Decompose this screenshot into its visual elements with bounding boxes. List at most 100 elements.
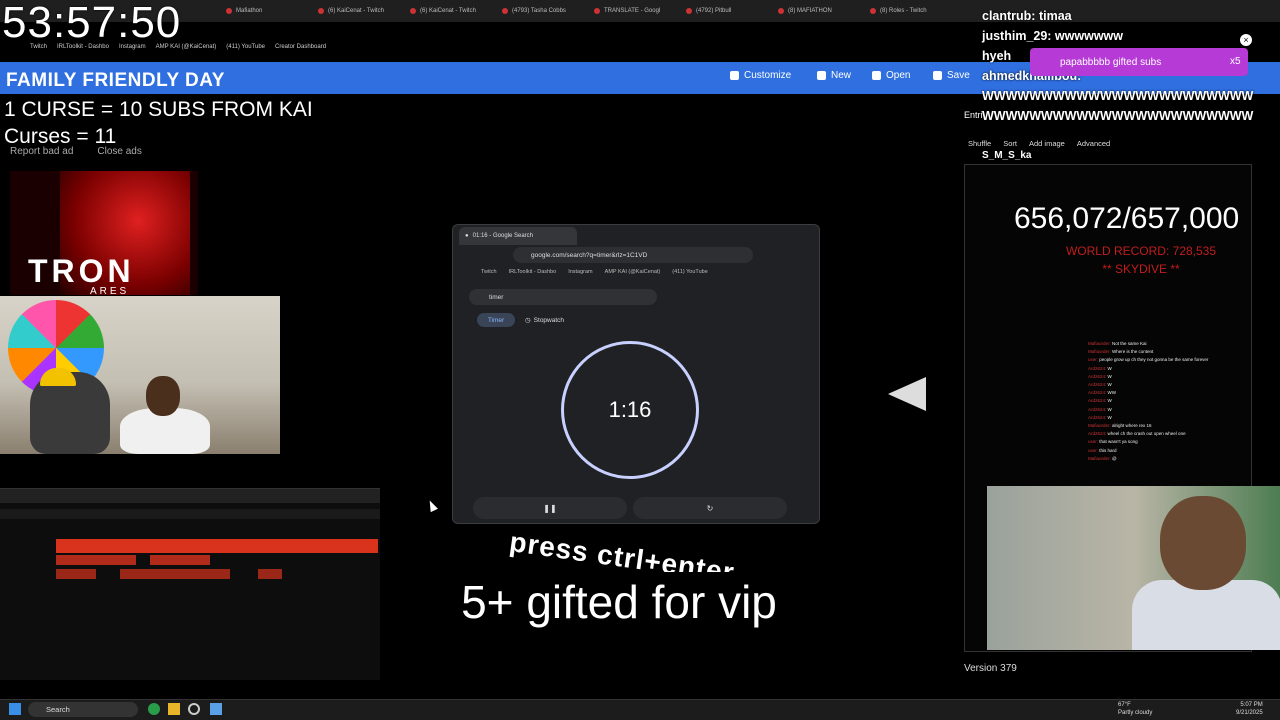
browser-tab[interactable]: (8) Roles - Twitch <box>864 0 954 22</box>
version-label: Version 379 <box>964 663 1017 674</box>
clock-time: 5:07 PM <box>1240 702 1263 708</box>
chat-message: alright where rex 16 <box>1112 423 1152 429</box>
chat-username[interactable]: Mafiaorder: <box>1088 456 1112 461</box>
chatter-name: S_M_S_ka <box>982 150 1032 161</box>
windows-start-icon[interactable] <box>9 703 21 715</box>
pause-icon: ❚❚ <box>543 503 557 513</box>
chat-username[interactable]: Ard2624: <box>1088 374 1108 379</box>
audio-editor-window[interactable] <box>0 488 380 680</box>
chat-username[interactable]: user: <box>1088 448 1099 453</box>
chat-username[interactable]: Mafiaorder: <box>1088 423 1112 428</box>
stream-clock: 53:57:50 <box>2 0 182 47</box>
chat-username[interactable]: user: <box>1088 439 1099 444</box>
chat-log-line: user: people grow up ch they not gonna b… <box>1088 356 1248 364</box>
bookmark-item[interactable]: Instagram <box>568 269 592 279</box>
tab-label: TRANSLATE - Googl <box>604 8 661 14</box>
folder-icon[interactable] <box>168 703 180 715</box>
browser-tab[interactable]: (4793) Tasha Cobbs <box>496 0 586 22</box>
bookmark-item[interactable]: IRLToolkit - Dashbo <box>509 269 557 279</box>
chat-log-line: Ard2624: W <box>1088 381 1248 389</box>
new-label: New <box>831 70 852 81</box>
chat-username[interactable]: Ard2624: <box>1088 398 1108 403</box>
chat-username[interactable]: Ard2624: <box>1088 407 1108 412</box>
chat-message: Not the same Kai <box>1112 341 1147 346</box>
chat-username[interactable]: Ard2624: <box>1088 382 1108 387</box>
chat-line: WWWWWWWWWWWWWWWWWWWWWWW <box>982 89 1254 103</box>
tab-favicon-icon <box>502 8 508 14</box>
open-label: Open <box>886 70 911 81</box>
chrome-icon[interactable] <box>148 703 160 715</box>
sort-button[interactable]: Sort <box>1003 139 1017 148</box>
chat-username[interactable]: Mafiaorder: <box>1088 341 1112 346</box>
weather-widget[interactable]: 67°F Partly cloudy <box>1118 701 1152 717</box>
chat-log-line: Ard2624: W <box>1088 414 1248 422</box>
curse-rule: 1 CURSE = 10 SUBS FROM KAI <box>4 98 313 121</box>
app-icon[interactable] <box>210 703 222 715</box>
google-timer-window[interactable]: ● 01:16 - Google Search google.com/search… <box>452 224 820 524</box>
chat-username[interactable]: Ard2624: <box>1088 415 1108 420</box>
stopwatch-label: Stopwatch <box>533 316 565 324</box>
browser-tab[interactable]: (6) KaiCenat - Twitch <box>312 0 402 22</box>
chat-username[interactable]: Ard2624: <box>1088 366 1108 371</box>
customize-button[interactable]: Customize <box>730 70 791 81</box>
ad-banner[interactable]: TRON ARES <box>10 171 198 295</box>
obs-icon[interactable] <box>188 703 200 715</box>
report-ad-link[interactable]: Report bad ad <box>10 146 73 157</box>
chat-log-line: Ard2624: W <box>1088 397 1248 405</box>
bookmark-item[interactable]: (411) YouTube <box>672 269 707 279</box>
chat-message: @ <box>1112 455 1117 461</box>
tab-timer[interactable]: Timer <box>477 313 515 327</box>
browser-tab[interactable]: (8) MAFIATHON <box>772 0 862 22</box>
close-ads-link[interactable]: Close ads <box>97 146 141 157</box>
chat-username[interactable]: Mafiaorder: <box>1088 349 1112 354</box>
wheel-options-row: Shuffle Sort Add image Advanced <box>968 139 1110 148</box>
browser-tab[interactable]: TRANSLATE - Googl <box>588 0 678 22</box>
tab-label: (4792) Pitbull <box>696 8 732 14</box>
tab-label: Mafiathon <box>236 8 263 14</box>
bookmark-item[interactable]: Twitch <box>481 269 497 279</box>
entries-tab[interactable]: Entri <box>964 110 983 120</box>
bookmark-item[interactable]: Creator Dashboard <box>275 44 326 58</box>
browser-tab[interactable]: Mafiathon <box>220 0 310 22</box>
google-icon: ● <box>465 233 469 239</box>
close-icon[interactable]: × <box>1240 34 1252 46</box>
chat-message: wheel ch the crash out open wheel one <box>1107 431 1186 437</box>
chat-line: justhim_29: wwwwwww <box>982 29 1123 43</box>
mouse-cursor-icon <box>426 498 438 513</box>
address-bar[interactable]: google.com/search?q=timer&rlz=1C1VD <box>513 247 753 263</box>
bookmark-item[interactable]: AMP KAI (@KaiCenat) <box>605 269 661 279</box>
add-image-button[interactable]: Add image <box>1029 139 1065 148</box>
chat-log-line: Ard2624: W <box>1088 373 1248 381</box>
bookmark-item[interactable]: (411) YouTube <box>226 44 265 58</box>
browser-tab[interactable]: (6) KaiCenat - Twitch <box>404 0 494 22</box>
taskbar-clock[interactable]: 5:07 PM 9/21/2025 <box>1236 701 1263 717</box>
chat-username[interactable]: Ard2624: <box>1088 431 1108 436</box>
search-input[interactable]: timer <box>469 289 657 305</box>
sub-count: 656,072/657,000 <box>1014 202 1240 235</box>
tab-label: (6) KaiCenat - Twitch <box>420 8 476 14</box>
chat-username[interactable]: Ard2624: <box>1088 390 1108 395</box>
file-icon <box>817 71 826 80</box>
reset-icon: ↻ <box>706 503 714 513</box>
waveform-clip <box>56 555 136 565</box>
window-tab[interactable]: ● 01:16 - Google Search <box>459 227 577 245</box>
tab-stopwatch[interactable]: ◷ Stopwatch <box>525 313 573 327</box>
open-button[interactable]: Open <box>872 70 910 81</box>
browser-tab[interactable]: (4792) Pitbull <box>680 0 770 22</box>
chat-log-line: Ard2624: W <box>1088 365 1248 373</box>
pause-button[interactable]: ❚❚ <box>473 497 627 519</box>
new-button[interactable]: New <box>817 70 851 81</box>
shuffle-button[interactable]: Shuffle <box>968 139 991 148</box>
chat-message: W <box>1107 382 1112 388</box>
save-button[interactable]: Save <box>933 70 970 81</box>
day-title: FAMILY FRIENDLY DAY <box>6 70 225 91</box>
chat-username[interactable]: user: <box>1088 357 1099 362</box>
chat-log-line: user: this hard <box>1088 447 1248 455</box>
taskbar-search[interactable]: Search <box>28 702 138 717</box>
editor-toolbar <box>0 509 380 519</box>
ad-links: Report bad ad Close ads <box>10 146 142 157</box>
chat-line: WWWWWWWWWWWWWWWWWWWWWWW <box>982 109 1254 123</box>
advanced-checkbox[interactable]: Advanced <box>1077 139 1110 148</box>
reset-button[interactable]: ↻ <box>633 497 787 519</box>
waveform-clip <box>150 555 210 565</box>
